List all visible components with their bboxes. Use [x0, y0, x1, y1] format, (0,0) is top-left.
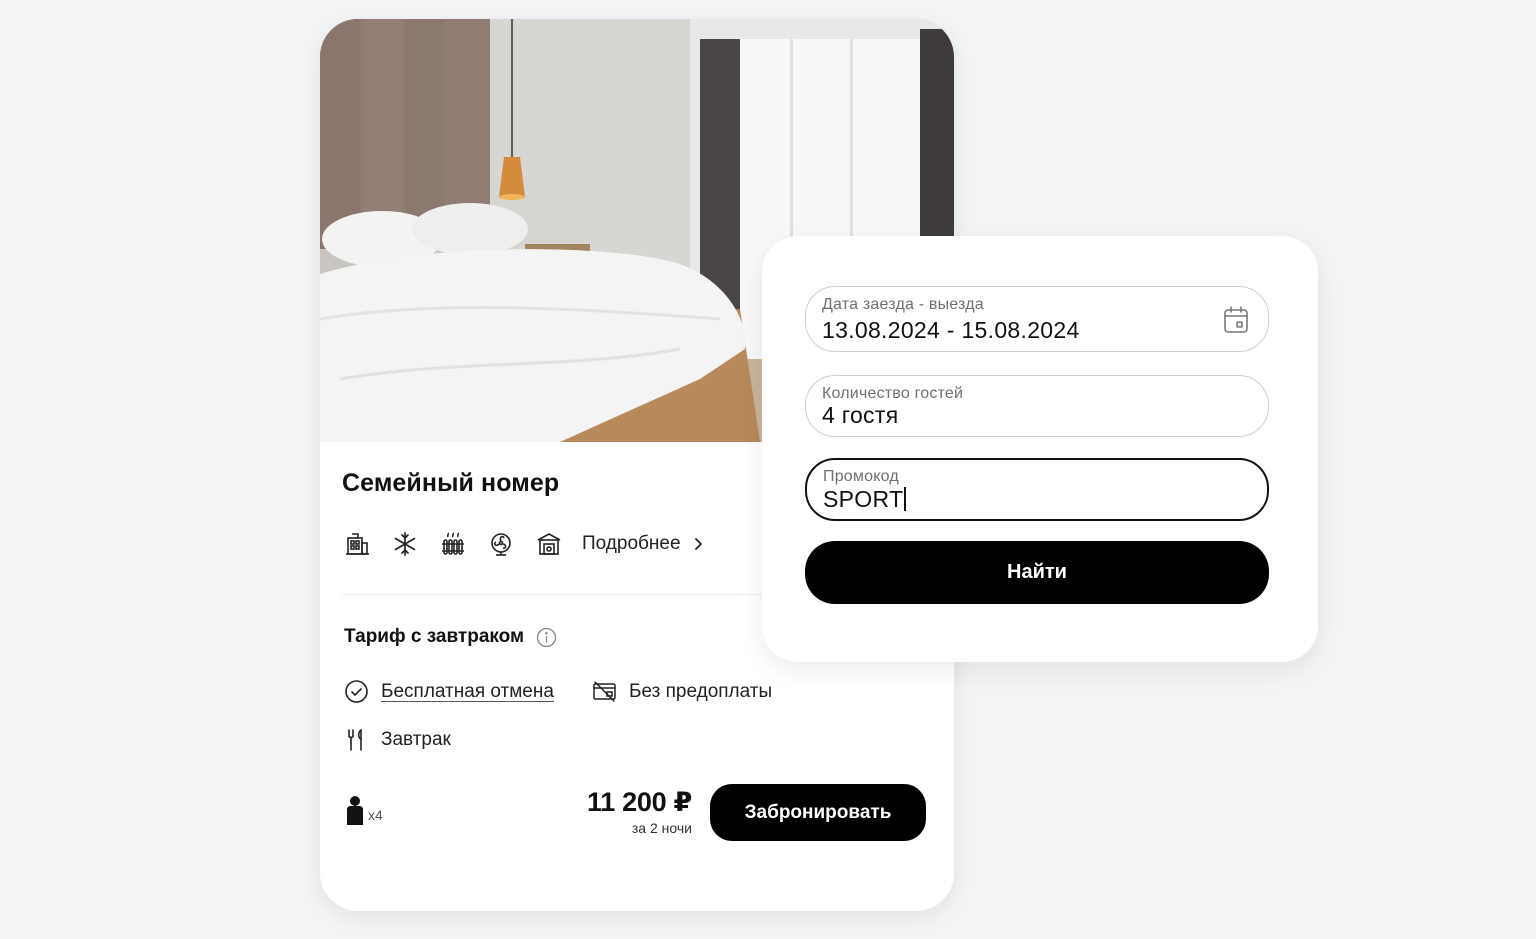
- book-button[interactable]: Забронировать: [710, 784, 926, 841]
- feature-breakfast: Завтрак: [344, 727, 451, 752]
- chevron-right-icon: [694, 538, 702, 550]
- fan-icon: [486, 529, 516, 559]
- cutlery-icon: [348, 729, 362, 751]
- price-block: 11 200 ₽ за 2 ночи: [560, 787, 692, 836]
- no-card-icon: [593, 681, 616, 702]
- breakfast-label: Завтрак: [381, 728, 451, 750]
- guests-multiplier: x4: [368, 807, 383, 823]
- promo-label: Промокод: [823, 468, 899, 485]
- date-range-label: Дата заезда - выезда: [822, 296, 984, 313]
- no-prepayment-label: Без предоплаты: [629, 680, 773, 702]
- guests-capacity: x4: [344, 795, 383, 825]
- guests-label: Количество гостей: [822, 385, 964, 402]
- safe-icon: [534, 529, 564, 559]
- check-circle-icon: [345, 680, 368, 703]
- price-note: за 2 ночи: [631, 820, 692, 836]
- search-button[interactable]: Найти: [805, 541, 1269, 604]
- promo-input[interactable]: SPORT: [823, 486, 1203, 513]
- details-link[interactable]: Подробнее: [582, 533, 705, 555]
- amenities-row: Подробнее: [342, 527, 705, 561]
- details-link-label: Подробнее: [582, 533, 681, 554]
- guests-field[interactable]: Количество гостей 4 гостя: [805, 375, 1269, 437]
- search-panel: Дата заезда - выезда 13.08.2024 - 15.08.…: [762, 236, 1318, 662]
- date-range-value[interactable]: 13.08.2024 - 15.08.2024: [822, 317, 1202, 344]
- info-icon[interactable]: [536, 627, 557, 648]
- free-cancellation-label: Бесплатная отмена: [381, 680, 554, 702]
- date-range-field[interactable]: Дата заезда - выезда 13.08.2024 - 15.08.…: [805, 286, 1269, 352]
- snowflake-icon: [390, 529, 420, 559]
- room-title: Семейный номер: [342, 469, 560, 497]
- text-caret: [904, 487, 906, 511]
- tariff-title: Тариф с завтраком: [344, 626, 525, 647]
- radiator-icon: [438, 529, 468, 559]
- promo-value: SPORT: [823, 486, 904, 512]
- promo-field[interactable]: Промокод SPORT: [805, 458, 1269, 521]
- feature-free-cancellation[interactable]: Бесплатная отмена: [344, 679, 554, 704]
- person-icon: [347, 796, 363, 825]
- guests-value[interactable]: 4 гостя: [822, 402, 1202, 429]
- tariff-header: Тариф с завтраком: [344, 626, 557, 648]
- divider: [342, 594, 762, 595]
- calendar-icon[interactable]: [1222, 305, 1250, 335]
- feature-no-prepayment: Без предоплаты: [592, 679, 772, 704]
- building-icon: [342, 529, 372, 559]
- price: 11 200 ₽: [587, 787, 692, 817]
